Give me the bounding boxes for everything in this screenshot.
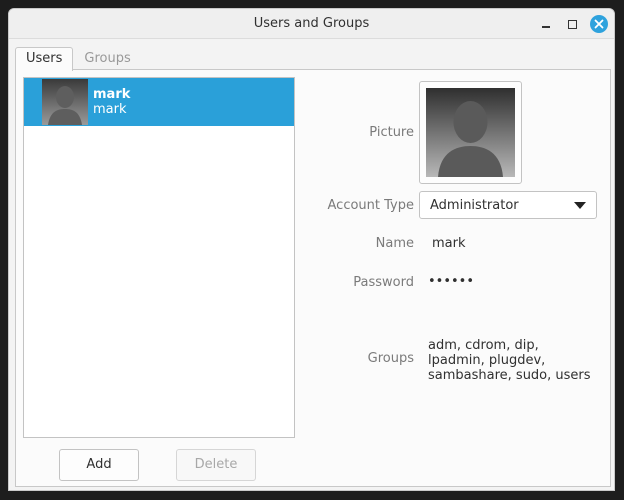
maximize-icon[interactable] xyxy=(563,15,581,33)
avatar-placeholder-icon xyxy=(42,79,88,125)
list-item-user-mark[interactable]: mark mark xyxy=(24,78,294,126)
delete-user-button[interactable]: Delete xyxy=(176,449,256,481)
dropdown-arrow-icon xyxy=(574,202,586,209)
groups-label: Groups xyxy=(367,351,414,366)
account-type-select[interactable]: Administrator xyxy=(419,191,597,219)
user-list[interactable]: mark mark xyxy=(23,77,295,438)
account-type-label: Account Type xyxy=(327,198,414,213)
name-value[interactable]: mark xyxy=(432,236,466,251)
tab-bar: Users Groups xyxy=(15,47,142,71)
name-label: Name xyxy=(375,236,414,251)
picture-button[interactable] xyxy=(419,81,522,184)
titlebar[interactable]: Users and Groups xyxy=(9,9,614,39)
user-fullname: mark xyxy=(93,87,131,102)
password-label: Password xyxy=(353,275,414,290)
tab-groups[interactable]: Groups xyxy=(73,47,141,70)
password-value[interactable]: •••••• xyxy=(428,274,474,289)
window-title: Users and Groups xyxy=(253,16,370,31)
users-and-groups-window: Users and Groups Users Groups mark mark … xyxy=(8,8,615,491)
avatar-placeholder-icon xyxy=(426,88,515,177)
account-type-value: Administrator xyxy=(430,198,519,213)
picture-label: Picture xyxy=(369,125,414,140)
add-user-button[interactable]: Add xyxy=(59,449,139,481)
users-panel: mark mark Add Delete Picture Account Typ… xyxy=(15,69,611,487)
groups-value[interactable]: adm, cdrom, dip, lpadmin, plugdev, samba… xyxy=(428,338,598,383)
minimize-icon[interactable] xyxy=(537,15,555,33)
tab-users[interactable]: Users xyxy=(15,47,74,71)
user-username: mark xyxy=(93,102,127,117)
close-icon[interactable] xyxy=(590,15,608,33)
